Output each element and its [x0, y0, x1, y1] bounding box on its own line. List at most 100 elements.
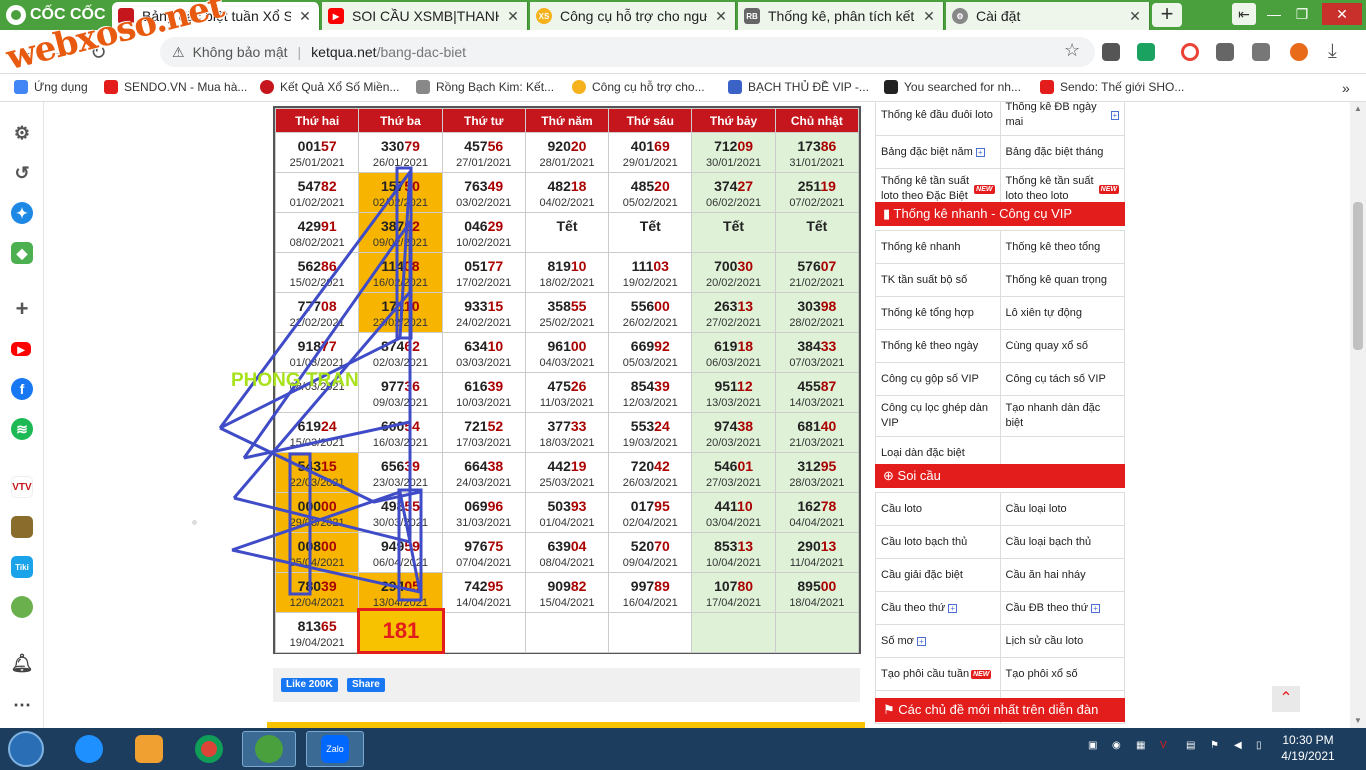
downloads-icon[interactable]: ⤓: [1328, 40, 1337, 63]
minimize-icon[interactable]: —: [1262, 3, 1286, 25]
tab-soi-cau[interactable]: ▶ SOI CẦU XSMB|THANH P ✕: [322, 2, 528, 30]
new-tab-button[interactable]: +: [1152, 3, 1182, 27]
vtv-icon[interactable]: VTV: [11, 476, 33, 498]
taskbar-zalo[interactable]: Zalo: [306, 731, 364, 767]
more-icon[interactable]: ⋯: [11, 694, 33, 716]
sidebar-link[interactable]: Cầu theo thứ +: [876, 592, 1001, 624]
sidebar-link[interactable]: Thống kê ĐB ngày mai +: [1001, 102, 1125, 135]
sidebar-link[interactable]: Lô xiên tự động: [1001, 297, 1125, 329]
game-thumb-icon[interactable]: [11, 516, 33, 538]
sidebar-link[interactable]: Thống kê theo tổng: [1001, 231, 1125, 263]
bookmark-apps[interactable]: Ứng dụng: [14, 80, 88, 94]
bookmark-cong-cu[interactable]: Công cụ hỗ trợ cho...: [572, 80, 705, 94]
youtube-icon[interactable]: ▸: [11, 341, 31, 357]
bookmark-ket-qua[interactable]: Kết Quả Xổ Số Miền...: [260, 80, 399, 94]
expand-plus-icon[interactable]: +: [948, 603, 958, 613]
sidebar-link[interactable]: Cầu giải đặc biệt: [876, 559, 1001, 591]
page-scrollbar[interactable]: ▲ ▼: [1350, 102, 1366, 728]
sidebar-link[interactable]: Tạo phôi cầu tuần NEW: [876, 658, 1001, 690]
sidebar-link[interactable]: Tạo nhanh dàn đặc biệt: [1001, 396, 1125, 436]
close-tab-icon[interactable]: ✕: [505, 8, 521, 25]
tray-network-icon[interactable]: ▤: [1186, 740, 1195, 751]
tab-search-icon[interactable]: ⇤: [1232, 3, 1256, 25]
facebook-share-button[interactable]: Share: [347, 678, 385, 692]
close-tab-icon[interactable]: ✕: [713, 8, 729, 25]
taskbar-ie[interactable]: [62, 731, 116, 767]
spotify-icon[interactable]: ≋: [11, 418, 33, 440]
expand-plus-icon[interactable]: +: [1110, 110, 1119, 120]
sidebar-link[interactable]: Cầu loto: [876, 493, 1001, 525]
tray-volume-icon[interactable]: ◀: [1234, 740, 1242, 751]
tray-icon-3[interactable]: ▦: [1136, 740, 1145, 751]
bookmark-rong-bach-kim[interactable]: Rồng Bạch Kim: Kết...: [416, 80, 554, 94]
sidebar-link[interactable]: Cầu loto bạch thủ: [876, 526, 1001, 558]
bookmark-bach-thu[interactable]: BẠCH THỦ ĐỀ VIP -...: [728, 80, 869, 94]
tab-thong-ke[interactable]: RB Thống kê, phân tích kết ✕: [738, 2, 944, 30]
bookmark-sendo[interactable]: SENDO.VN - Mua hà...: [104, 80, 247, 94]
tray-v-icon[interactable]: V: [1160, 740, 1167, 751]
profile-avatar-icon[interactable]: [1290, 43, 1308, 61]
bookmark-you-searched[interactable]: You searched for nh...: [884, 80, 1021, 94]
settings-gear-icon[interactable]: ⚙: [11, 122, 33, 144]
restore-icon[interactable]: ❐: [1290, 3, 1314, 25]
close-window-icon[interactable]: ✕: [1322, 3, 1362, 25]
facebook-like-button[interactable]: Like 200K: [281, 678, 338, 692]
bookmark-sendo-shop[interactable]: Sendo: Thế giới SHO...: [1040, 80, 1184, 94]
expand-plus-icon[interactable]: +: [975, 147, 985, 157]
media-icon[interactable]: [1252, 43, 1270, 61]
coccoc-map-icon[interactable]: [11, 596, 33, 618]
tray-icon-1[interactable]: ▣: [1088, 740, 1097, 751]
expand-plus-icon[interactable]: +: [1091, 603, 1101, 613]
close-tab-icon[interactable]: ✕: [297, 8, 313, 25]
tab-cong-cu[interactable]: XS Công cụ hỗ trợ cho người ✕: [530, 2, 736, 30]
sidebar-link[interactable]: Cùng quay xổ số: [1001, 330, 1125, 362]
tab-cai-dat[interactable]: ⚙ Cài đặt ✕: [946, 2, 1150, 30]
sidebar-link[interactable]: Số mơ +: [876, 625, 1001, 657]
sidebar-link[interactable]: Bảng đặc biệt năm +: [876, 136, 1001, 168]
puzzle-icon[interactable]: [1216, 43, 1234, 61]
tray-zalo-icon[interactable]: ◉: [1112, 740, 1121, 751]
taskbar-chrome[interactable]: [182, 731, 236, 767]
sidebar-link[interactable]: Công cụ tách số VIP: [1001, 363, 1125, 395]
bookmark-star-icon[interactable]: ☆: [1064, 40, 1080, 61]
sidebar-link[interactable]: Công cụ lọc ghép dàn VIP: [876, 396, 1001, 436]
game-icon[interactable]: ◆: [11, 242, 33, 264]
close-tab-icon[interactable]: ✕: [1127, 8, 1143, 25]
sidebar-link[interactable]: Thống kê đầu đuôi loto: [876, 102, 1001, 135]
messenger-icon[interactable]: ✦: [11, 202, 33, 224]
tiki-icon[interactable]: Tiki: [11, 556, 33, 578]
extension-shield-icon[interactable]: [1102, 43, 1120, 61]
sidebar-link[interactable]: Thống kê tổng hợp: [876, 297, 1001, 329]
close-tab-icon[interactable]: ✕: [921, 8, 937, 25]
sidebar-link[interactable]: Thống kê theo ngày: [876, 330, 1001, 362]
sidebar-link[interactable]: Cầu ĐB theo thứ +: [1001, 592, 1125, 624]
bookmarks-overflow-icon[interactable]: »: [1342, 80, 1350, 96]
sidebar-link[interactable]: Tạo phôi xổ số: [1001, 658, 1125, 690]
tray-action-icon[interactable]: ▯: [1256, 740, 1262, 751]
download-green-icon[interactable]: [1137, 43, 1155, 61]
taskbar-coccoc[interactable]: [242, 731, 296, 767]
scrollbar-thumb[interactable]: [1353, 202, 1363, 350]
sidebar-link[interactable]: Thống kê quan trọng: [1001, 264, 1125, 296]
expand-plus-icon[interactable]: +: [916, 636, 926, 646]
sidebar-link[interactable]: Thống kê nhanh: [876, 231, 1001, 263]
windows-start-button[interactable]: [8, 731, 44, 767]
sidebar-link[interactable]: Cầu loại loto: [1001, 493, 1125, 525]
url-box[interactable]: ⚠ Không bảo mật | ketqua.net /bang-dac-b…: [160, 37, 1095, 67]
taskbar-media[interactable]: [122, 731, 176, 767]
sidebar-link[interactable]: Bảng đặc biệt tháng: [1001, 136, 1125, 168]
scroll-down-arrow-icon[interactable]: ▼: [1354, 716, 1362, 725]
add-icon[interactable]: +: [11, 296, 33, 321]
taskbar-clock[interactable]: 10:30 PM 4/19/2021: [1270, 732, 1346, 764]
sidebar-link[interactable]: TK tần suất bộ số: [876, 264, 1001, 296]
chrome-ext-icon[interactable]: [1181, 43, 1199, 61]
sidebar-link[interactable]: Công cụ gộp số VIP: [876, 363, 1001, 395]
sidebar-link[interactable]: Cầu ăn hai nháy: [1001, 559, 1125, 591]
notifications-bell-icon[interactable]: 🔔︎: [11, 652, 34, 674]
sidebar-link[interactable]: Cầu loại bạch thủ: [1001, 526, 1125, 558]
facebook-icon[interactable]: f: [11, 378, 33, 400]
scroll-up-arrow-icon[interactable]: ▲: [1354, 104, 1362, 113]
history-icon[interactable]: ↺: [11, 162, 33, 184]
tray-flag-icon[interactable]: ⚑: [1210, 740, 1219, 751]
scroll-to-top-button[interactable]: ⌃: [1272, 686, 1300, 712]
